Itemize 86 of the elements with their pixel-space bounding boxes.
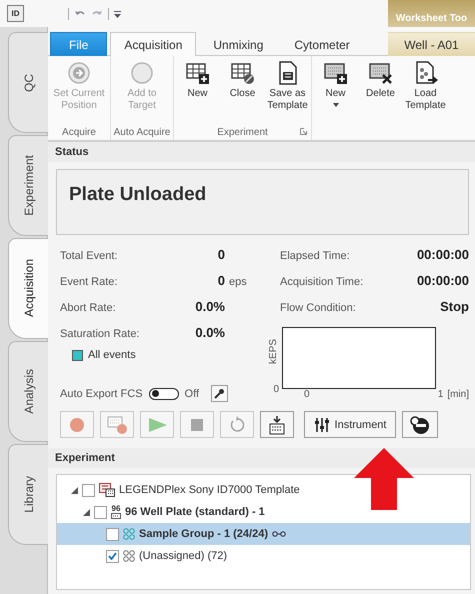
- arrow-circle-icon: [67, 61, 91, 85]
- checkbox[interactable]: [82, 484, 95, 496]
- stat-value: 0.0%: [194, 299, 225, 314]
- side-tab[interactable]: Acquisition: [8, 238, 48, 339]
- side-tab[interactable]: Experiment: [8, 135, 48, 236]
- toggle-state: Off: [184, 388, 200, 400]
- plate-arrow-icon: [267, 414, 287, 434]
- side-tab[interactable]: Analysis: [8, 341, 48, 442]
- stat-value: 0.0%: [194, 325, 225, 340]
- sliders-icon: [314, 416, 330, 434]
- legend-label: All events: [88, 349, 136, 361]
- tree-item[interactable]: Sample Group - 1 (24/24): [57, 523, 470, 545]
- auto-export-label: Auto Export FCS: [60, 388, 143, 400]
- axis-tick: 0: [304, 389, 310, 402]
- ribbon-tab[interactable]: Acquisition: [110, 32, 196, 56]
- stat-label: Elapsed Time:: [280, 250, 350, 262]
- plate-load-button[interactable]: [260, 411, 294, 438]
- wrench-icon: [214, 388, 226, 399]
- ribbon-button[interactable]: New: [175, 56, 220, 124]
- group-label: Acquire: [62, 126, 96, 138]
- plate-number: 96: [112, 505, 120, 513]
- stat-value: 0: [216, 273, 225, 288]
- circle-icon: [130, 61, 154, 85]
- plate-record-icon: [107, 414, 127, 434]
- disc-icon: [409, 414, 431, 434]
- checkbox[interactable]: [106, 550, 119, 562]
- stat-label: Acquisition Time:: [280, 276, 364, 288]
- grid-plus-icon: [186, 61, 210, 85]
- checkbox[interactable]: [94, 506, 107, 518]
- ribbon-tab[interactable]: Well - A01: [388, 32, 475, 56]
- group-icon: [123, 528, 135, 540]
- customize-dropdown-icon[interactable]: [114, 10, 121, 18]
- dialog-launcher-icon[interactable]: [300, 128, 307, 135]
- template-icon: [99, 483, 115, 497]
- ribbon-tab[interactable]: Cytometer: [280, 32, 364, 56]
- stat-label: Flow Condition:: [280, 302, 356, 314]
- item-label: (Unassigned) (72): [139, 550, 228, 562]
- axis-label: kEPS: [268, 339, 279, 364]
- axis-tick: 0: [273, 384, 279, 395]
- plate-x-icon: [368, 61, 392, 85]
- item-label: 96 Well Plate (standard) - 1: [125, 506, 265, 518]
- ribbon-tab[interactable]: Unmixing: [199, 32, 278, 56]
- item-label: LEGENDPlex Sony ID7000 Template: [119, 484, 300, 496]
- group-icon: [123, 550, 135, 562]
- expand-icon[interactable]: [83, 508, 90, 516]
- group-label: Experiment: [217, 126, 268, 138]
- stat-value: 0: [216, 247, 225, 262]
- side-tab[interactable]: QC: [8, 32, 48, 133]
- section-header: Experiment: [48, 448, 475, 468]
- stat-label: Saturation Rate:: [60, 328, 140, 340]
- contextual-tab-group: Worksheet Too: [388, 0, 475, 27]
- arrow-annotation: [352, 448, 416, 510]
- section-header: Status: [48, 142, 475, 162]
- ribbon-button[interactable]: Load Template: [403, 56, 448, 124]
- stat-value: 00:00:00: [416, 247, 469, 262]
- grid-close-icon: [230, 61, 254, 85]
- status-message: Plate Unloaded: [56, 169, 469, 235]
- toggle-switch[interactable]: [148, 388, 179, 400]
- ribbon-button[interactable]: New: [313, 56, 358, 124]
- side-tab[interactable]: Library: [8, 444, 48, 545]
- tree-item[interactable]: 96 96 Well Plate (standard) - 1: [57, 501, 470, 523]
- ribbon-button[interactable]: Save as Template: [265, 56, 310, 124]
- stat-label: Event Rate:: [60, 276, 118, 288]
- stat-unit: eps: [229, 276, 247, 288]
- item-label: Sample Group - 1 (24/24): [139, 528, 268, 540]
- stat-value: Stop: [440, 299, 469, 314]
- tree-item[interactable]: (Unassigned) (72): [57, 545, 470, 567]
- check-icon: [108, 552, 117, 560]
- ribbon-button[interactable]: Close: [220, 56, 265, 124]
- stat-value: 00:00:00: [416, 273, 469, 288]
- settings-button[interactable]: [211, 385, 228, 402]
- eject-button[interactable]: [402, 411, 438, 438]
- axis-unit: [min]: [447, 389, 469, 402]
- plate-icon: [111, 513, 121, 519]
- ribbon-button[interactable]: Delete: [358, 56, 403, 124]
- plate-plus-icon: [324, 61, 348, 85]
- stat-label: Abort Rate:: [60, 302, 117, 314]
- document-arrow-icon: [414, 61, 438, 85]
- app-icon[interactable]: ID: [7, 5, 24, 22]
- expand-icon[interactable]: [71, 486, 78, 494]
- axis-tick: 1: [438, 389, 444, 402]
- instrument-button[interactable]: Instrument: [304, 411, 396, 438]
- tree-item[interactable]: LEGENDPlex Sony ID7000 Template: [57, 479, 470, 501]
- group-label: Auto Acquire: [114, 126, 170, 138]
- stat-label: Total Event:: [60, 250, 118, 262]
- checkbox[interactable]: [106, 528, 119, 540]
